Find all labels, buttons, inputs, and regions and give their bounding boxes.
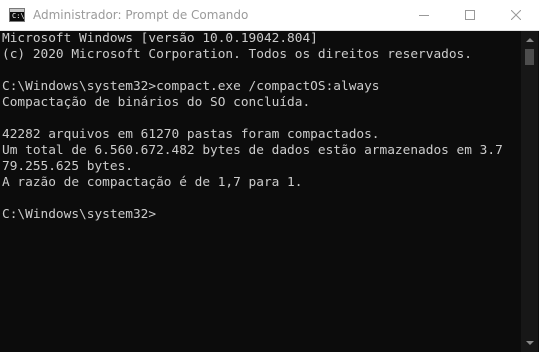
console-line: 42282 arquivos em 61270 pastas foram com… [2, 127, 380, 142]
close-button[interactable] [493, 0, 539, 31]
minimize-button[interactable] [401, 0, 447, 31]
scroll-down-arrow-icon [526, 341, 534, 345]
console-line: Microsoft Windows [versão 10.0.19042.804… [2, 31, 318, 46]
window-title: Administrador: Prompt de Comando [33, 8, 249, 22]
console-output-area[interactable]: Microsoft Windows [versão 10.0.19042.804… [0, 31, 521, 352]
minimize-icon [419, 15, 429, 16]
maximize-icon [465, 10, 475, 20]
console-line: Um total de 6.560.672.482 bytes de dados… [2, 143, 503, 158]
scroll-up-button[interactable] [521, 31, 538, 48]
vertical-scrollbar[interactable] [521, 31, 538, 352]
maximize-button[interactable] [447, 0, 493, 31]
console-line: Compactação de binários do SO concluída. [2, 95, 311, 110]
scrollbar-thumb[interactable] [525, 49, 534, 65]
command-prompt-window: C:\ Administrador: Prompt de Comando Mic… [0, 0, 539, 352]
icon-prompt-text: C:\ [12, 12, 25, 20]
console-line: (c) 2020 Microsoft Corporation. Todos os… [2, 47, 472, 62]
scroll-down-button[interactable] [521, 335, 538, 352]
title-bar[interactable]: C:\ Administrador: Prompt de Comando [0, 0, 539, 31]
console-line: 79.255.625 bytes. [2, 159, 133, 174]
cmd-console-icon[interactable]: C:\ [9, 8, 25, 22]
console-line: A razão de compactação é de 1,7 para 1. [2, 175, 303, 190]
console-line: C:\Windows\system32>compact.exe /compact… [2, 79, 380, 94]
command-prompt-line[interactable]: C:\Windows\system32> [2, 207, 156, 223]
close-icon [511, 10, 521, 20]
scroll-up-arrow-icon [526, 38, 534, 42]
